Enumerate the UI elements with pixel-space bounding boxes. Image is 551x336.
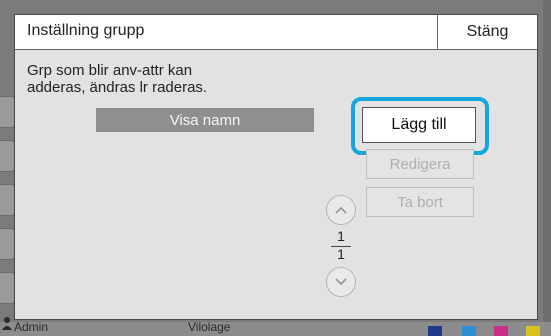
close-button[interactable]: Stäng xyxy=(437,15,537,49)
background-footer: Admin Vilolage xyxy=(0,317,551,336)
toner-y-indicator xyxy=(526,326,540,336)
user-icon xyxy=(2,317,12,330)
background-side-tab xyxy=(0,272,15,304)
current-page-number: 1 xyxy=(337,228,345,244)
list-header-display-name: Visa namn xyxy=(96,108,314,132)
toner-m-indicator xyxy=(494,326,508,336)
chevron-up-icon xyxy=(335,206,347,214)
toner-k-indicator xyxy=(428,326,442,336)
total-page-number: 1 xyxy=(337,246,345,262)
add-button[interactable]: Lägg till xyxy=(362,107,476,143)
scroll-down-button[interactable] xyxy=(326,267,356,297)
background-side-tab xyxy=(0,140,15,172)
group-settings-dialog: Inställning grupp Stäng Grp som blir anv… xyxy=(14,14,538,320)
description-line: Grp som blir anv-attr kan xyxy=(27,62,193,79)
toner-c-indicator xyxy=(462,326,476,336)
scroll-up-button[interactable] xyxy=(326,195,356,225)
logged-in-user: Admin xyxy=(14,320,49,334)
chevron-down-icon xyxy=(335,278,347,286)
status-text: Vilolage xyxy=(188,320,231,334)
dialog-header: Inställning grupp Stäng xyxy=(15,15,537,50)
background-right-edge xyxy=(543,0,551,336)
edit-button[interactable]: Redigera xyxy=(366,149,474,179)
delete-button[interactable]: Ta bort xyxy=(366,187,474,217)
dialog-title: Inställning grupp xyxy=(27,22,145,39)
dialog-description: Grp som blir anv-attr kan adderas, ändra… xyxy=(27,62,327,96)
background-side-tab xyxy=(0,96,15,128)
description-line: adderas, ändras lr raderas. xyxy=(27,79,208,96)
background-side-tab xyxy=(0,184,15,216)
background-side-tab xyxy=(0,228,15,260)
